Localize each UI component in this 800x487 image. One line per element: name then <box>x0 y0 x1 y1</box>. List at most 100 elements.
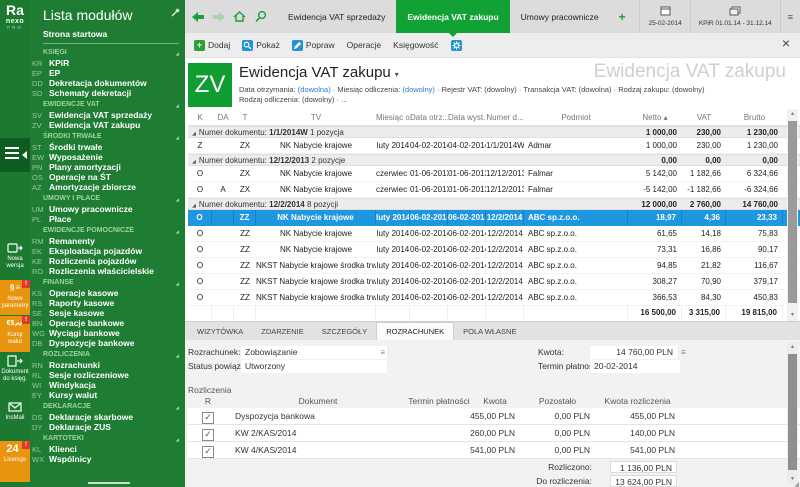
filter-value[interactable]: (dowolny) <box>402 85 435 94</box>
sidebar-item-ks[interactable]: KSOperacje kasowe <box>30 288 185 298</box>
table-row[interactable]: OZZNKST Nabycie krajowe środka trwałegol… <box>188 274 800 290</box>
modules-menu-button[interactable] <box>0 138 30 172</box>
column-header-data wyst...[interactable]: Data wyst... <box>448 109 486 125</box>
sidebar-item-wg[interactable]: WGWyciągi bankowe <box>30 328 185 338</box>
table-row[interactable]: OZZNK Nabycie krajoweluty 201406-02-2014… <box>188 226 800 242</box>
rozliczenia-column-termin-płatności[interactable]: Termin płatności <box>408 395 470 409</box>
sidebar-section-3[interactable]: UMOWY I PŁACE◢ <box>30 192 185 204</box>
toolbar-button-operacje[interactable]: Operacje <box>343 40 386 50</box>
column-header-brutto[interactable]: Brutto <box>726 109 783 125</box>
rozliczenia-column-pozostało[interactable]: Pozostało <box>520 395 595 409</box>
sidebar-item-wx[interactable]: WXWspólnicy <box>30 454 185 464</box>
home-icon[interactable] <box>232 10 247 23</box>
sidebar-item-db[interactable]: DBDyspozycje bankowe <box>30 338 185 348</box>
back-icon[interactable] <box>192 11 205 23</box>
toolbar-button-księgowość[interactable]: Księgowość <box>389 40 442 50</box>
dropdown-icon[interactable]: ≡ <box>380 346 385 359</box>
sidebar-scroll-indicator[interactable] <box>88 482 130 484</box>
rozliczenia-column-dokument[interactable]: Dokument <box>228 395 408 409</box>
sidebar-section-1[interactable]: EWIDENCJE VAT◢ <box>30 98 185 110</box>
sidebar-section-5[interactable]: FINANSE◢ <box>30 276 185 288</box>
sidebar-item-os[interactable]: OSOperacje na ŚT <box>30 172 185 182</box>
sidebar-item-ew[interactable]: EWWyposażenie <box>30 152 185 162</box>
detail-tab-zdarzenie[interactable]: ZDARZENIE <box>252 322 313 340</box>
scroll-up-icon[interactable]: ▴ <box>787 109 798 120</box>
search-icon[interactable] <box>254 10 267 23</box>
sidebar-item-sd[interactable]: SDSchematy dekretacji <box>30 88 185 98</box>
rozliczenia-row[interactable]: ✓KW 2/KAS/2014260,00 PLN0,00 PLN140,00 P… <box>188 425 800 442</box>
kwota-field[interactable]: 14 760,00 PLN <box>590 346 677 359</box>
sidebar-item-sv[interactable]: SVEwidencja VAT sprzedaży <box>30 110 185 120</box>
sidebar-item-wi[interactable]: WIWindykacja <box>30 380 185 390</box>
resize-grip-icon[interactable]: ◢ <box>794 481 799 487</box>
column-header-miesiąc o...[interactable]: Miesiąc o... <box>376 109 410 125</box>
sidebar-item-dy[interactable]: DYDeklaracje ZUS <box>30 422 185 432</box>
expand-triangle-icon[interactable]: ◢ <box>192 159 196 165</box>
sidebar-section-6[interactable]: ROZLICZENIA◢ <box>30 348 185 360</box>
sidebar-item-bn[interactable]: BNOperacje bankowe <box>30 318 185 328</box>
table-group-row[interactable]: ◢Numer dokumentu: 12/12/2013 2 pozycje0,… <box>188 154 800 166</box>
sidebar-section-7[interactable]: DEKLARACJE◢ <box>30 400 185 412</box>
filter-value[interactable]: (dowolny) <box>672 85 705 94</box>
checkbox[interactable]: ✓ <box>202 446 214 458</box>
sidebar-section-4[interactable]: EWIDENCJE POMOCNICZE◢ <box>30 224 185 236</box>
table-group-row[interactable]: ◢Numer dokumentu: 1/1/2014W 1 pozycja1 0… <box>188 126 800 138</box>
table-row[interactable]: OZZNKST Nabycie krajowe środka trwałegol… <box>188 258 800 274</box>
table-row[interactable]: OAZXNK Nabycie krajoweczerwiec 2...01-06… <box>188 182 800 198</box>
column-header-k[interactable]: K <box>188 109 212 125</box>
column-header-netto[interactable]: Netto ▴ <box>628 109 682 125</box>
sidebar-item-ro[interactable]: RORozliczenia właścicielskie <box>30 266 185 276</box>
table-scrollbar[interactable]: ▴ ▾ <box>787 109 798 321</box>
sidebar-item-ep[interactable]: EPEP <box>30 68 185 78</box>
sidebar-item-um[interactable]: UMUmowy pracownicze <box>30 204 185 214</box>
tab-1[interactable]: Ewidencja VAT zakupu <box>396 0 509 33</box>
filter-value[interactable]: (dowolny) <box>484 85 517 94</box>
period-widget[interactable]: KPiR 01.01.14 - 31.12.14 <box>690 0 780 33</box>
column-header-data otrz...[interactable]: Data otrz... <box>410 109 448 125</box>
filter-more[interactable]: ... <box>341 95 347 104</box>
rail-item-nowe-parametry[interactable]: §≡Nowe parametry! <box>0 280 30 315</box>
sidebar-item-st[interactable]: STŚrodki trwałe <box>30 142 185 152</box>
sidebar-section-8[interactable]: KARTOTEKI◢ <box>30 432 185 444</box>
column-header-numer d...[interactable]: Numer d... <box>486 109 524 125</box>
expand-triangle-icon[interactable]: ◢ <box>192 131 196 137</box>
sidebar-item-strona-startowa[interactable]: Strona startowa <box>30 26 185 43</box>
tab-2[interactable]: Umowy pracownicze <box>510 0 610 33</box>
scroll-down-icon[interactable]: ▾ <box>787 310 798 321</box>
column-header-t[interactable]: T <box>234 109 256 125</box>
rail-item-kursy-walut[interactable]: €$Kursy walut! <box>0 316 30 352</box>
rozliczenia-row[interactable]: ✓Dyspozycja bankowa455,00 PLN0,00 PLN455… <box>188 408 800 425</box>
sidebar-item-ke[interactable]: KERozliczenia pojazdów <box>30 256 185 266</box>
column-header-da[interactable]: DA <box>212 109 234 125</box>
sidebar-item-rl[interactable]: RLSesje rozliczeniowe <box>30 370 185 380</box>
page-title[interactable]: Ewidencja VAT zakupu▾ <box>239 64 399 81</box>
rozrachunek-select[interactable]: Zobowiązanie ≡ <box>241 346 387 359</box>
rozliczenia-row[interactable]: ✓KW 4/KAS/2014541,00 PLN0,00 PLN541,00 P… <box>188 442 800 459</box>
scroll-up-icon[interactable]: ▴ <box>787 342 798 353</box>
sidebar-item-se[interactable]: SESesje kasowe <box>30 308 185 318</box>
sidebar-item-rs[interactable]: RSRaporty kasowe <box>30 298 185 308</box>
rozliczenia-column-r[interactable]: R <box>188 395 228 409</box>
window-menu-button[interactable]: ≡ <box>780 0 800 33</box>
toolbar-button-pokaż[interactable]: Pokaż <box>238 40 284 51</box>
panel-scrollbar[interactable]: ▴ ▾ <box>787 342 798 485</box>
sidebar-item-ek[interactable]: EKEksploatacja pojazdów <box>30 246 185 256</box>
filter-value[interactable]: (dowolna) <box>298 85 331 94</box>
rail-item-licencje[interactable]: 24Licencje! <box>0 441 30 482</box>
toolbar-button-popraw[interactable]: Popraw <box>288 40 339 51</box>
kwota-dropdown-icon[interactable]: ≡ <box>681 346 686 359</box>
table-row[interactable]: OZZNK Nabycie krajoweluty 201406-02-2014… <box>188 242 800 258</box>
filter-value[interactable]: (dowolna) <box>579 85 612 94</box>
sidebar-item-ds[interactable]: DSDeklaracje skarbowe <box>30 412 185 422</box>
detail-tab-rozrachunek[interactable]: ROZRACHUNEK <box>376 322 454 340</box>
table-group-row[interactable]: ◢Numer dokumentu: 12/2/2014 8 pozycji12 … <box>188 198 800 210</box>
sidebar-item-zv[interactable]: ZVEwidencja VAT zakupu <box>30 120 185 130</box>
rozliczenia-column-kwota[interactable]: Kwota <box>470 395 520 409</box>
rail-item-insmail[interactable]: InsMail <box>0 399 30 437</box>
expand-triangle-icon[interactable]: ◢ <box>192 203 196 209</box>
table-row[interactable]: OZZNKST Nabycie krajowe środka trwałegol… <box>188 290 800 306</box>
sidebar-item-dd[interactable]: DDDekretacja dokumentów <box>30 78 185 88</box>
rail-item-nowa-wersja[interactable]: Nowa wersja <box>0 240 30 278</box>
rozliczenia-column-kwota-rozliczenia[interactable]: Kwota rozliczenia <box>595 395 680 409</box>
detail-tab-wizytówka[interactable]: WIZYTÓWKA <box>188 322 252 340</box>
